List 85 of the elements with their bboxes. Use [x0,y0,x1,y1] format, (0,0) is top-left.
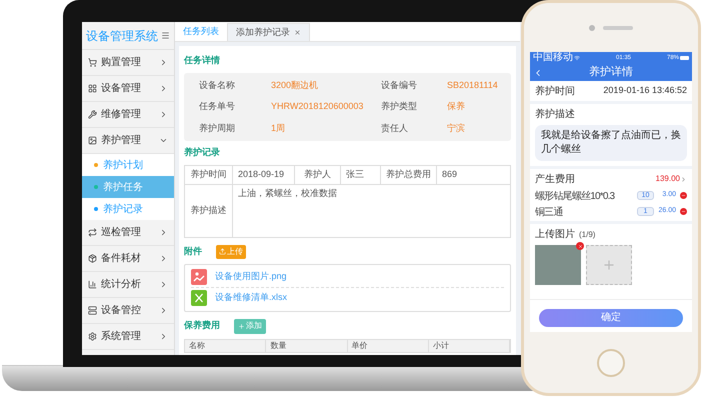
minus-icon [681,208,686,214]
column-header: 名称 [185,340,266,352]
description-label: 养护描述 [535,108,576,122]
upload-count: (1/9) [579,228,596,240]
field-label: 责任人 [381,122,409,134]
description-bubble: 我就是给设备擦了点油而已，换几个螺丝 [535,125,687,161]
section-title: 保养费用 [184,319,220,332]
sidebar-item[interactable]: 巡检管理 [82,220,174,246]
close-icon[interactable] [294,29,301,36]
bar-chart-icon [88,280,97,289]
upload-label: 上传图片 [535,228,575,242]
section-title: 附件 [184,244,202,258]
app-title: 设备管理系统 [86,28,158,44]
package-icon [88,254,97,263]
cost-label: 产生费用 [535,172,575,186]
table-cell-text: 869 [441,168,458,181]
field-label: 设备名称 [199,78,236,92]
remove-button[interactable] [680,192,687,198]
field-value: SB20181114 [447,78,498,92]
menu-icon[interactable] [161,31,170,40]
spreadsheet-file-icon [191,290,207,306]
plus-icon [238,322,245,330]
sidebar-item[interactable]: 设备管理 [82,76,174,102]
tab[interactable]: 添加养护记录 [227,23,310,41]
cart-icon [88,58,97,67]
table-cell: 2018-09-19 [233,166,295,184]
column-header: 小计 [428,340,510,352]
section-title: 任务详情 [184,54,221,67]
repeat-icon [88,228,97,237]
plus-icon [602,258,616,272]
sidebar-item[interactable]: 统计分析 [82,272,174,298]
file-link[interactable]: 设备维修清单.xlsx [215,291,287,305]
screen-title: 养护详情 [588,64,634,80]
upload-icon [219,248,226,255]
table-cell: 养护描述 [185,184,233,236]
add-button[interactable]: 添加 [234,318,266,334]
confirm-button[interactable]: 确定 [539,308,683,326]
settings-icon [88,332,97,341]
server-icon [88,306,97,315]
column-header: 数量 [266,340,348,352]
wrench-icon [88,110,97,119]
description-text: 上油，紧螺丝，校准数据 [237,186,338,200]
chevron-right-icon[interactable] [680,176,687,182]
upload-button[interactable]: 上传 [216,244,246,258]
field-value: YHRW2018120600003 [271,100,364,113]
table-cell: 养护总费用 [381,166,437,184]
wifi-icon [574,55,580,61]
image-file-icon [191,268,207,284]
field-label: 养护周期 [199,122,236,134]
time-value: 2019-01-16 13:46:52 [603,84,687,98]
cost-item-name: 铜三通 [535,207,563,218]
grid-icon [88,84,97,93]
table-cell: 养护时间 [185,166,233,184]
carrier-text: 中国移动 [533,52,573,64]
sidebar-item[interactable]: 备件耗材 [82,246,174,272]
field-value: 3200翻边机 [271,78,320,92]
section-title: 养护记录 [184,146,221,159]
delete-badge[interactable] [576,242,584,250]
field-label: 任务单号 [199,100,236,113]
sidebar-item[interactable]: 设备管控 [82,298,174,324]
sidebar-item[interactable]: 购置管理 [82,50,174,76]
table-cell: 张三 [341,166,381,184]
file-link[interactable]: 设备使用图片.png [215,270,287,284]
field-label: 养护类型 [381,100,418,113]
sidebar-item[interactable]: 系统管理 [82,324,174,350]
battery-icon [680,56,689,60]
field-value: 1周 [271,122,286,134]
time-label: 养护时间 [535,84,575,98]
minus-icon [681,192,686,198]
field-value: 宁滨 [447,122,466,134]
column-header: 单价 [348,340,429,352]
remove-button[interactable] [680,208,687,214]
cost-item-name: 螺形钻尾螺丝10*0.3 [535,191,614,202]
picture-icon [88,136,97,145]
field-value: 保养 [447,100,466,113]
field-label: 设备编号 [381,78,418,92]
speaker-icon [603,26,633,30]
camera-icon [589,24,595,30]
table-cell: 养护人 [295,166,341,184]
sidebar-item[interactable]: 维修管理 [82,102,174,128]
cost-total: 139.00 [656,173,680,185]
submenu-item[interactable]: 养护计划 [82,154,174,176]
photo-placeholder [535,245,581,285]
submenu-item[interactable]: 养护任务 [82,176,174,198]
submenu-item[interactable]: 养护记录 [82,198,174,220]
